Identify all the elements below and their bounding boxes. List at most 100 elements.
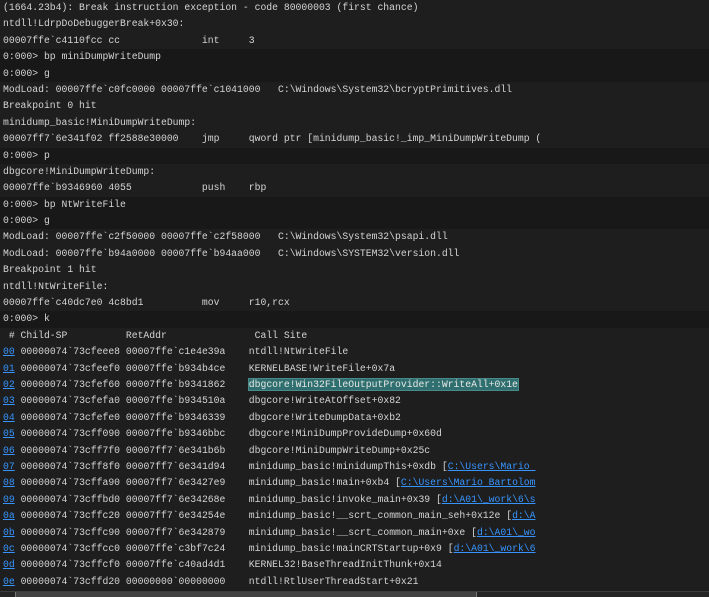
- output-line: 00007ff7`6e341f02 ff2588e30000 jmp qword…: [3, 133, 542, 145]
- call-site[interactable]: dbgcore!MiniDumpProvideDump+0x60d: [249, 428, 442, 439]
- child-sp: 00000074`73cffcc0: [20, 542, 121, 554]
- output-line: ntdll!LdrpDoDebuggerBreak+0x30:: [3, 18, 185, 30]
- child-sp: 00000074`73cff090: [20, 428, 121, 440]
- source-link[interactable]: C:\Users\Mario: [448, 461, 536, 472]
- scrollbar-thumb[interactable]: [15, 592, 477, 597]
- stack-frame-row: 06 00000074`73cff7f0 00007ff7`6e341b6b d…: [0, 443, 709, 459]
- call-site[interactable]: dbgcore!Win32FileOutputProvider::WriteAl…: [247, 377, 519, 391]
- frame-number-link[interactable]: 05: [3, 428, 15, 439]
- source-link[interactable]: d:\A: [512, 510, 535, 521]
- source-link[interactable]: d:\A01\_work\6\s: [442, 494, 536, 505]
- child-sp: 00000074`73cfefa0: [20, 395, 121, 407]
- call-site[interactable]: ntdll!RtlUserThreadStart+0x21: [249, 576, 419, 587]
- stack-frame-row: 02 00000074`73cfef60 00007ffe`b9341862 d…: [0, 377, 709, 393]
- frame-number-link[interactable]: 02: [3, 379, 15, 390]
- output-line: dbgcore!MiniDumpWriteDump:: [3, 165, 156, 177]
- child-sp: 00000074`73cfeef0: [20, 362, 121, 374]
- stack-frame-row: 0d 00000074`73cffcf0 00007ffe`c40ad4d1 K…: [0, 557, 709, 573]
- child-sp: 00000074`73cffbd0: [20, 493, 121, 505]
- return-address: 00007ffe`b934510a: [125, 395, 226, 407]
- stack-frame-row: 0c 00000074`73cffcc0 00007ffe`c3bf7c24 m…: [3, 542, 536, 554]
- call-site[interactable]: minidump_basic!mainCRTStartup+0x9: [249, 543, 448, 554]
- stack-frame-row: 07 00000074`73cff8f0 00007ff7`6e341d94 m…: [3, 460, 536, 472]
- stack-frame-row: 03 00000074`73cfefa0 00007ffe`b934510a d…: [0, 393, 709, 409]
- return-address: 00007ffe`b9341862: [125, 378, 226, 390]
- output-line: ModLoad: 00007ffe`b94a0000 00007ffe`b94a…: [3, 247, 460, 259]
- stack-frame-row: 01 00000074`73cfeef0 00007ffe`b934b4ce K…: [0, 361, 709, 377]
- call-site[interactable]: dbgcore!WriteDumpData+0xb2: [249, 412, 401, 423]
- stack-frame-row: 0b 00000074`73cffc90 00007ff7`6e342879 m…: [3, 526, 536, 538]
- return-address: 00007ffe`c3bf7c24: [125, 542, 226, 554]
- frame-number-link[interactable]: 03: [3, 395, 15, 406]
- command-line: 0:000> bp miniDumpWriteDump: [0, 49, 709, 66]
- source-link[interactable]: d:\A01\_work\6: [454, 543, 536, 554]
- return-address: 00000000`00000000: [125, 575, 226, 587]
- child-sp: 00000074`73cfef60: [20, 378, 121, 390]
- frame-number-link[interactable]: 04: [3, 412, 15, 423]
- child-sp: 00000074`73cfeee8: [20, 346, 121, 358]
- child-sp: 00000074`73cffc20: [20, 510, 121, 522]
- frame-number-link[interactable]: 09: [3, 494, 15, 505]
- stack-frame-row: 0e 00000074`73cffd20 00000000`00000000 n…: [0, 574, 709, 590]
- call-site[interactable]: minidump_basic!__scrt_common_main_seh+0x…: [249, 510, 506, 521]
- source-link[interactable]: C:\Users\Mario Bartolom: [401, 477, 536, 488]
- frame-number-link[interactable]: 08: [3, 477, 15, 488]
- output-line: 00007ffe`b9346960 4055 push rbp: [3, 182, 267, 194]
- output-line: 00007ffe`c40dc7e0 4c8bd1 mov r10,rcx: [3, 297, 290, 309]
- stack-frame-row: 0a 00000074`73cffc20 00007ff7`6e34254e m…: [3, 510, 536, 522]
- command-line: 0:000> bp NtWriteFile: [0, 196, 709, 214]
- output-line: 00007ffe`c4110fcc cc int 3: [3, 34, 255, 46]
- output-line: Breakpoint 1 hit: [3, 264, 97, 276]
- call-site[interactable]: minidump_basic!minidumpThis+0xdb: [249, 461, 442, 472]
- call-site[interactable]: KERNEL32!BaseThreadInitThunk+0x14: [249, 559, 442, 570]
- return-address: 00007ff7`6e34268e: [125, 493, 226, 505]
- child-sp: 00000074`73cffc90: [20, 526, 121, 538]
- return-address: 00007ff7`6e342879: [125, 526, 226, 538]
- stack-header: # Child-SP RetAddr Call Site: [3, 329, 308, 341]
- frame-number-link[interactable]: 0e: [3, 576, 15, 587]
- frame-number-link[interactable]: 0c: [3, 543, 15, 554]
- horizontal-scrollbar[interactable]: [0, 591, 709, 597]
- frame-number-link[interactable]: 0d: [3, 559, 15, 570]
- child-sp: 00000074`73cffcf0: [20, 559, 121, 571]
- call-site[interactable]: minidump_basic!__scrt_common_main+0xe: [249, 527, 471, 538]
- child-sp: 00000074`73cff8f0: [20, 460, 121, 472]
- output-line: ntdll!NtWriteFile:: [3, 280, 109, 292]
- frame-number-link[interactable]: 0b: [3, 527, 15, 538]
- return-address: 00007ff7`6e34254e: [125, 510, 226, 522]
- stack-frame-row: 09 00000074`73cffbd0 00007ff7`6e34268e m…: [3, 493, 536, 505]
- return-address: 00007ffe`b9346bbc: [125, 428, 226, 440]
- frame-number-link[interactable]: 0a: [3, 510, 15, 521]
- stack-frame-row: 04 00000074`73cfefe0 00007ffe`b9346339 d…: [0, 410, 709, 426]
- stack-frame-row: 00 00000074`73cfeee8 00007ffe`c1e4e39a n…: [0, 344, 709, 360]
- call-site[interactable]: KERNELBASE!WriteFile+0x7a: [249, 363, 395, 374]
- debugger-command-output: (1664.23b4): Break instruction exception…: [0, 0, 709, 590]
- return-address: 00007ffe`c40ad4d1: [125, 559, 226, 571]
- call-site[interactable]: dbgcore!WriteAtOffset+0x82: [249, 395, 401, 406]
- output-line: ModLoad: 00007ffe`c0fc0000 00007ffe`c104…: [3, 83, 513, 95]
- return-address: 00007ff7`6e3427e9: [125, 477, 226, 489]
- command-line: 0:000> g: [0, 65, 709, 82]
- call-site[interactable]: minidump_basic!main+0xb4: [249, 477, 395, 488]
- stack-frame-row: 05 00000074`73cff090 00007ffe`b9346bbc d…: [0, 426, 709, 442]
- frame-number-link[interactable]: 01: [3, 363, 15, 374]
- frame-number-link[interactable]: 06: [3, 445, 15, 456]
- output-line: (1664.23b4): Break instruction exception…: [3, 2, 419, 13]
- call-site[interactable]: dbgcore!MiniDumpWriteDump+0x25c: [249, 445, 430, 456]
- call-site[interactable]: minidump_basic!invoke_main+0x39: [249, 494, 436, 505]
- source-link[interactable]: d:\A01\_wo: [477, 527, 536, 538]
- child-sp: 00000074`73cfefe0: [20, 411, 121, 423]
- output-line: Breakpoint 0 hit: [3, 100, 97, 112]
- return-address: 00007ff7`6e341b6b: [125, 444, 226, 456]
- frame-number-link[interactable]: 07: [3, 461, 15, 472]
- child-sp: 00000074`73cffa90: [20, 477, 121, 489]
- output-line: ModLoad: 00007ffe`c2f50000 00007ffe`c2f5…: [3, 231, 448, 243]
- command-line: 0:000> g: [0, 213, 709, 230]
- frame-number-link[interactable]: 00: [3, 346, 15, 357]
- call-site[interactable]: ntdll!NtWriteFile: [249, 346, 348, 357]
- return-address: 00007ff7`6e341d94: [125, 460, 226, 472]
- output-line: minidump_basic!MiniDumpWriteDump:: [3, 116, 197, 128]
- command-line: 0:000> p: [0, 147, 709, 164]
- stack-frame-row: 08 00000074`73cffa90 00007ff7`6e3427e9 m…: [3, 477, 536, 489]
- command-line: 0:000> k: [0, 311, 709, 328]
